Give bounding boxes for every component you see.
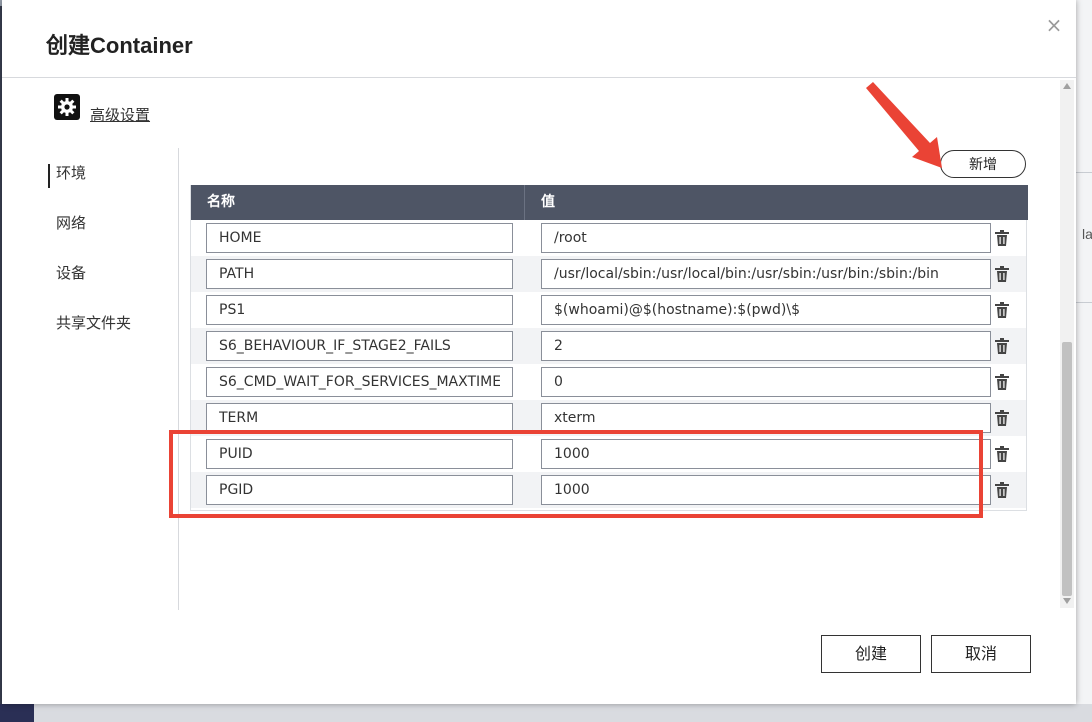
trash-icon[interactable] <box>995 410 1009 426</box>
sidebar-item-environment[interactable]: 环境 <box>48 158 168 188</box>
env-name-input[interactable] <box>206 223 513 253</box>
sidebar-item-label: 网络 <box>56 214 87 232</box>
column-header-value: 值 <box>541 194 555 210</box>
column-header-name: 名称 <box>207 194 235 210</box>
background-divider <box>1076 172 1092 173</box>
trash-icon[interactable] <box>995 374 1009 390</box>
trash-icon[interactable] <box>995 482 1009 498</box>
create-button[interactable]: 创建 <box>821 635 921 673</box>
env-variables-table: 名称 值 <box>190 185 1028 511</box>
add-variable-button[interactable]: 新增 <box>940 150 1026 178</box>
scroll-up-icon[interactable] <box>1063 83 1071 89</box>
background-page-right: la <box>1076 0 1092 722</box>
env-value-input[interactable] <box>541 259 991 289</box>
advanced-settings-link[interactable]: 高级设置 <box>90 104 150 125</box>
env-value-input[interactable] <box>541 331 991 361</box>
close-icon[interactable]: × <box>1045 14 1063 36</box>
env-value-input[interactable] <box>541 439 991 469</box>
env-name-input[interactable] <box>206 331 513 361</box>
sidebar-divider <box>178 148 179 610</box>
table-header: 名称 值 <box>191 185 1028 220</box>
background-page-bottom <box>0 704 1092 722</box>
cancel-button[interactable]: 取消 <box>931 635 1031 673</box>
table-row <box>191 436 1026 472</box>
table-row <box>191 328 1026 364</box>
env-value-input[interactable] <box>541 223 991 253</box>
background-text-fragment: la <box>1082 226 1092 242</box>
trash-icon[interactable] <box>995 446 1009 462</box>
sidebar-item-label: 共享文件夹 <box>56 314 132 332</box>
env-name-input[interactable] <box>206 439 513 469</box>
trash-icon[interactable] <box>995 266 1009 282</box>
env-name-input[interactable] <box>206 403 513 433</box>
column-divider <box>524 185 525 220</box>
sidebar-item-shared-folder[interactable]: 共享文件夹 <box>48 308 168 334</box>
env-name-input[interactable] <box>206 367 513 397</box>
trash-icon[interactable] <box>995 230 1009 246</box>
sidebar-item-network[interactable]: 网络 <box>48 208 168 234</box>
table-row <box>191 220 1026 256</box>
create-container-dialog: 创建Container × 高级设置 环境 网络 设备 共享文件夹 新增 名称 … <box>2 0 1076 704</box>
env-value-input[interactable] <box>541 403 991 433</box>
scrollbar-thumb[interactable] <box>1062 342 1072 596</box>
env-name-input[interactable] <box>206 295 513 325</box>
table-row <box>191 400 1026 436</box>
table-row <box>191 364 1026 400</box>
sidebar-item-device[interactable]: 设备 <box>48 258 168 284</box>
sidebar-item-label: 环境 <box>56 164 87 182</box>
gear-icon <box>54 94 80 120</box>
table-row <box>191 472 1026 508</box>
env-name-input[interactable] <box>206 475 513 505</box>
scroll-down-icon[interactable] <box>1063 598 1071 604</box>
table-row <box>191 292 1026 328</box>
dialog-scrollbar[interactable] <box>1060 80 1074 608</box>
env-value-input[interactable] <box>541 367 991 397</box>
dialog-title: 创建Container <box>46 33 193 58</box>
env-name-input[interactable] <box>206 259 513 289</box>
env-value-input[interactable] <box>541 295 991 325</box>
trash-icon[interactable] <box>995 338 1009 354</box>
sidebar-item-label: 设备 <box>56 264 87 282</box>
trash-icon[interactable] <box>995 302 1009 318</box>
background-divider <box>1076 302 1092 303</box>
env-value-input[interactable] <box>541 475 991 505</box>
title-divider <box>2 77 1076 78</box>
table-row <box>191 256 1026 292</box>
background-taskbar-corner <box>0 704 34 722</box>
